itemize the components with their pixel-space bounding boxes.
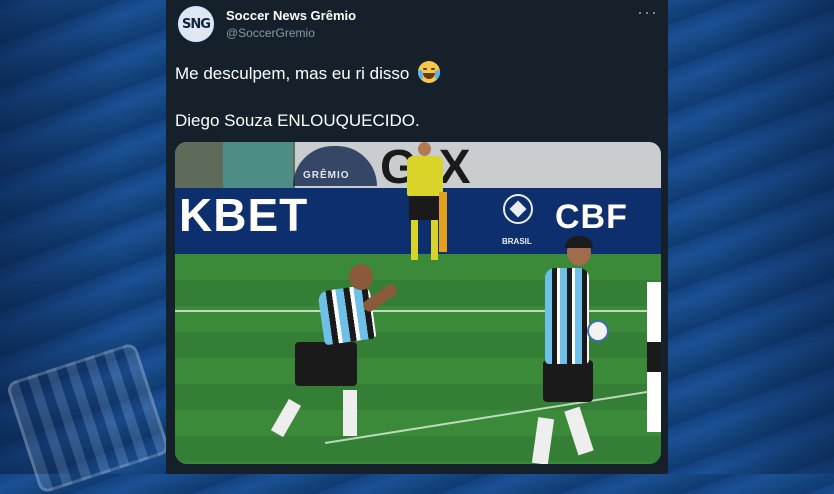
- player-one-head: [349, 264, 373, 290]
- adboard-sponsor-logo: KBET: [179, 189, 309, 241]
- referee-leg: [411, 220, 418, 260]
- user-handle[interactable]: @SoccerGremio: [226, 26, 315, 40]
- player-three-partial: [647, 282, 661, 432]
- tweet-text-line-1: Me desculpem, mas eu ri disso: [175, 61, 441, 84]
- stands-teal-section: [223, 142, 293, 188]
- player-one-sock: [343, 390, 357, 436]
- display-name[interactable]: Soccer News Grêmio: [226, 8, 356, 23]
- tweet-text-line-2: Diego Souza ENLOUQUECIDO.: [175, 111, 420, 130]
- referee-shorts: [409, 196, 441, 220]
- profile-avatar[interactable]: SNG: [176, 4, 216, 44]
- player-one-shirt: [317, 284, 377, 346]
- adboard-badge-label: BRASIL: [502, 237, 532, 246]
- club-crest-text: GRÊMIO: [303, 170, 350, 181]
- referee-head: [418, 142, 431, 156]
- laughing-crying-emoji-icon: [418, 61, 441, 83]
- cbf-badge-icon: [503, 194, 533, 224]
- corner-flag: [439, 192, 447, 252]
- referee-shirt: [407, 156, 443, 196]
- soccer-ball: [587, 320, 609, 342]
- player-one-shorts: [295, 342, 357, 386]
- referee-leg: [431, 220, 438, 260]
- adboard-cbf-text: CBF: [555, 198, 628, 236]
- more-icon[interactable]: ···: [637, 2, 658, 23]
- player-two-shorts: [543, 360, 593, 402]
- tweet-photo[interactable]: GRÊMIO G X KBET BRASIL CBF: [175, 142, 661, 464]
- player-two-shirt: [545, 268, 589, 364]
- tweet-card[interactable]: SNG Soccer News Grêmio @SoccerGremio ···…: [166, 0, 668, 474]
- avatar-logo-text: SNG: [182, 16, 211, 32]
- tweet-text-line-1-content: Me desculpem, mas eu ri disso: [175, 64, 410, 83]
